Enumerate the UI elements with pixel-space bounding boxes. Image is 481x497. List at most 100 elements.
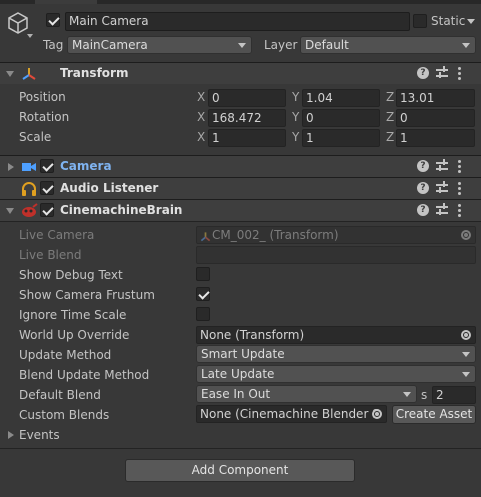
world-up-override-field[interactable]: None (Transform) (196, 326, 476, 344)
ignore-time-scale-label: Ignore Time Scale (19, 308, 127, 322)
show-debug-text-label: Show Debug Text (19, 268, 123, 282)
kebab-menu-icon[interactable] (458, 182, 461, 195)
cinemachine-brain-title: CinemachineBrain (60, 203, 183, 217)
camera-header-tools: ? (417, 159, 473, 175)
update-method-dropdown[interactable]: Smart Update (196, 345, 476, 363)
object-name-text: Main Camera (69, 14, 149, 28)
cinemachine-brain-header-tools: ? (417, 203, 473, 219)
add-component-label: Add Component (191, 463, 289, 477)
layer-value: Default (305, 38, 349, 52)
transform-icon (21, 66, 37, 82)
headphones-icon (21, 181, 37, 197)
axis-z-label[interactable]: Z (386, 90, 394, 104)
scale-y-value: 1 (306, 131, 314, 145)
custom-blends-value: None (Cinemachine Blender S (200, 407, 380, 421)
kebab-menu-icon[interactable] (458, 204, 461, 217)
blend-update-method-label: Blend Update Method (19, 368, 150, 382)
kebab-menu-icon[interactable] (458, 67, 461, 80)
rotation-z-field[interactable]: 0 (396, 109, 475, 127)
position-y-field[interactable]: 1.04 (302, 89, 380, 107)
events-label[interactable]: Events (19, 428, 60, 442)
static-dropdown-arrow[interactable] (467, 19, 475, 24)
top-tab-highlight (35, 0, 97, 4)
presets-icon[interactable] (436, 66, 448, 80)
position-z-field[interactable]: 13.01 (396, 89, 475, 107)
camera-enabled-toggle[interactable] (40, 159, 54, 173)
position-x-field[interactable]: 0 (208, 89, 286, 107)
axis-x-label[interactable]: X (197, 110, 205, 124)
help-icon[interactable]: ? (417, 182, 429, 194)
cinemachine-icon (21, 203, 38, 219)
object-picker-icon[interactable] (372, 409, 382, 419)
add-component-button[interactable]: Add Component (125, 459, 355, 482)
live-blend-field (196, 246, 476, 264)
show-camera-frustum-checkbox[interactable] (196, 287, 210, 301)
scale-y-field[interactable]: 1 (302, 129, 380, 147)
help-icon[interactable]: ? (417, 67, 429, 79)
chevron-down-icon (238, 43, 246, 48)
ignore-time-scale-checkbox[interactable] (196, 307, 210, 321)
static-label: Static (431, 14, 466, 28)
scale-x-field[interactable]: 1 (208, 129, 286, 147)
live-camera-field: CM_002_ (Transform) (196, 226, 476, 244)
axis-x-label[interactable]: X (197, 90, 205, 104)
help-icon[interactable]: ? (417, 160, 429, 172)
default-blend-seconds-label[interactable]: s (421, 388, 427, 402)
default-blend-seconds-field[interactable]: 2 (432, 386, 476, 404)
default-blend-dropdown[interactable]: Ease In Out (196, 385, 417, 403)
audio-listener-header[interactable]: Audio Listener ? (0, 177, 481, 199)
axis-y-label[interactable]: Y (292, 130, 299, 144)
scale-label: Scale (19, 130, 52, 144)
layer-label: Layer (264, 38, 298, 52)
cinemachine-brain-header[interactable]: CinemachineBrain ? (0, 199, 481, 221)
default-blend-value: Ease In Out (201, 387, 271, 401)
rotation-y-field[interactable]: 0 (302, 109, 380, 127)
axis-y-label[interactable]: Y (292, 110, 299, 124)
transform-title: Transform (60, 66, 129, 80)
transform-icon (200, 230, 211, 242)
foldout-open-icon[interactable] (6, 208, 14, 214)
gameobject-icon-dropdown-arrow[interactable] (27, 34, 33, 38)
audio-listener-enabled-toggle[interactable] (40, 181, 54, 195)
presets-icon[interactable] (436, 181, 448, 195)
scale-z-field[interactable]: 1 (396, 129, 475, 147)
rotation-x-field[interactable]: 168.472 (208, 109, 286, 127)
default-blend-label: Default Blend (19, 388, 101, 402)
axis-y-label[interactable]: Y (292, 90, 299, 104)
presets-icon[interactable] (436, 203, 448, 217)
object-picker-icon[interactable] (461, 330, 471, 340)
position-y-value: 1.04 (306, 91, 333, 105)
camera-header[interactable]: Camera ? (0, 155, 481, 177)
cinemachine-brain-enabled-toggle[interactable] (40, 203, 54, 217)
events-foldout-icon[interactable] (8, 431, 14, 439)
rotation-x-value: 168.472 (212, 111, 262, 125)
axis-z-label[interactable]: Z (386, 110, 394, 124)
blend-update-method-dropdown[interactable]: Late Update (196, 365, 476, 383)
help-icon[interactable]: ? (417, 204, 429, 216)
live-camera-value: CM_002_ (Transform) (212, 228, 339, 242)
foldout-open-icon[interactable] (6, 71, 14, 77)
foldout-closed-icon[interactable] (8, 163, 14, 171)
show-debug-text-checkbox[interactable] (196, 267, 210, 281)
create-asset-button[interactable]: Create Asset (392, 405, 476, 424)
object-name-field[interactable]: Main Camera (65, 12, 410, 31)
camera-title: Camera (60, 159, 112, 173)
axis-x-label[interactable]: X (197, 130, 205, 144)
tag-value: MainCamera (72, 38, 148, 52)
custom-blends-field[interactable]: None (Cinemachine Blender S (196, 405, 387, 423)
active-toggle[interactable] (46, 13, 60, 27)
static-toggle[interactable] (413, 14, 427, 28)
axis-z-label[interactable]: Z (386, 130, 394, 144)
transform-header[interactable]: Transform ? (0, 62, 481, 84)
position-z-value: 13.01 (400, 91, 435, 105)
world-up-override-value: None (Transform) (200, 328, 305, 342)
custom-blends-label: Custom Blends (19, 408, 110, 422)
show-camera-frustum-label: Show Camera Frustum (19, 288, 155, 302)
position-label: Position (19, 90, 66, 104)
rotation-z-value: 0 (400, 111, 408, 125)
tag-dropdown[interactable]: MainCamera (67, 36, 252, 54)
presets-icon[interactable] (436, 159, 448, 173)
transform-header-tools: ? (417, 66, 473, 82)
layer-dropdown[interactable]: Default (300, 36, 476, 54)
kebab-menu-icon[interactable] (458, 160, 461, 173)
